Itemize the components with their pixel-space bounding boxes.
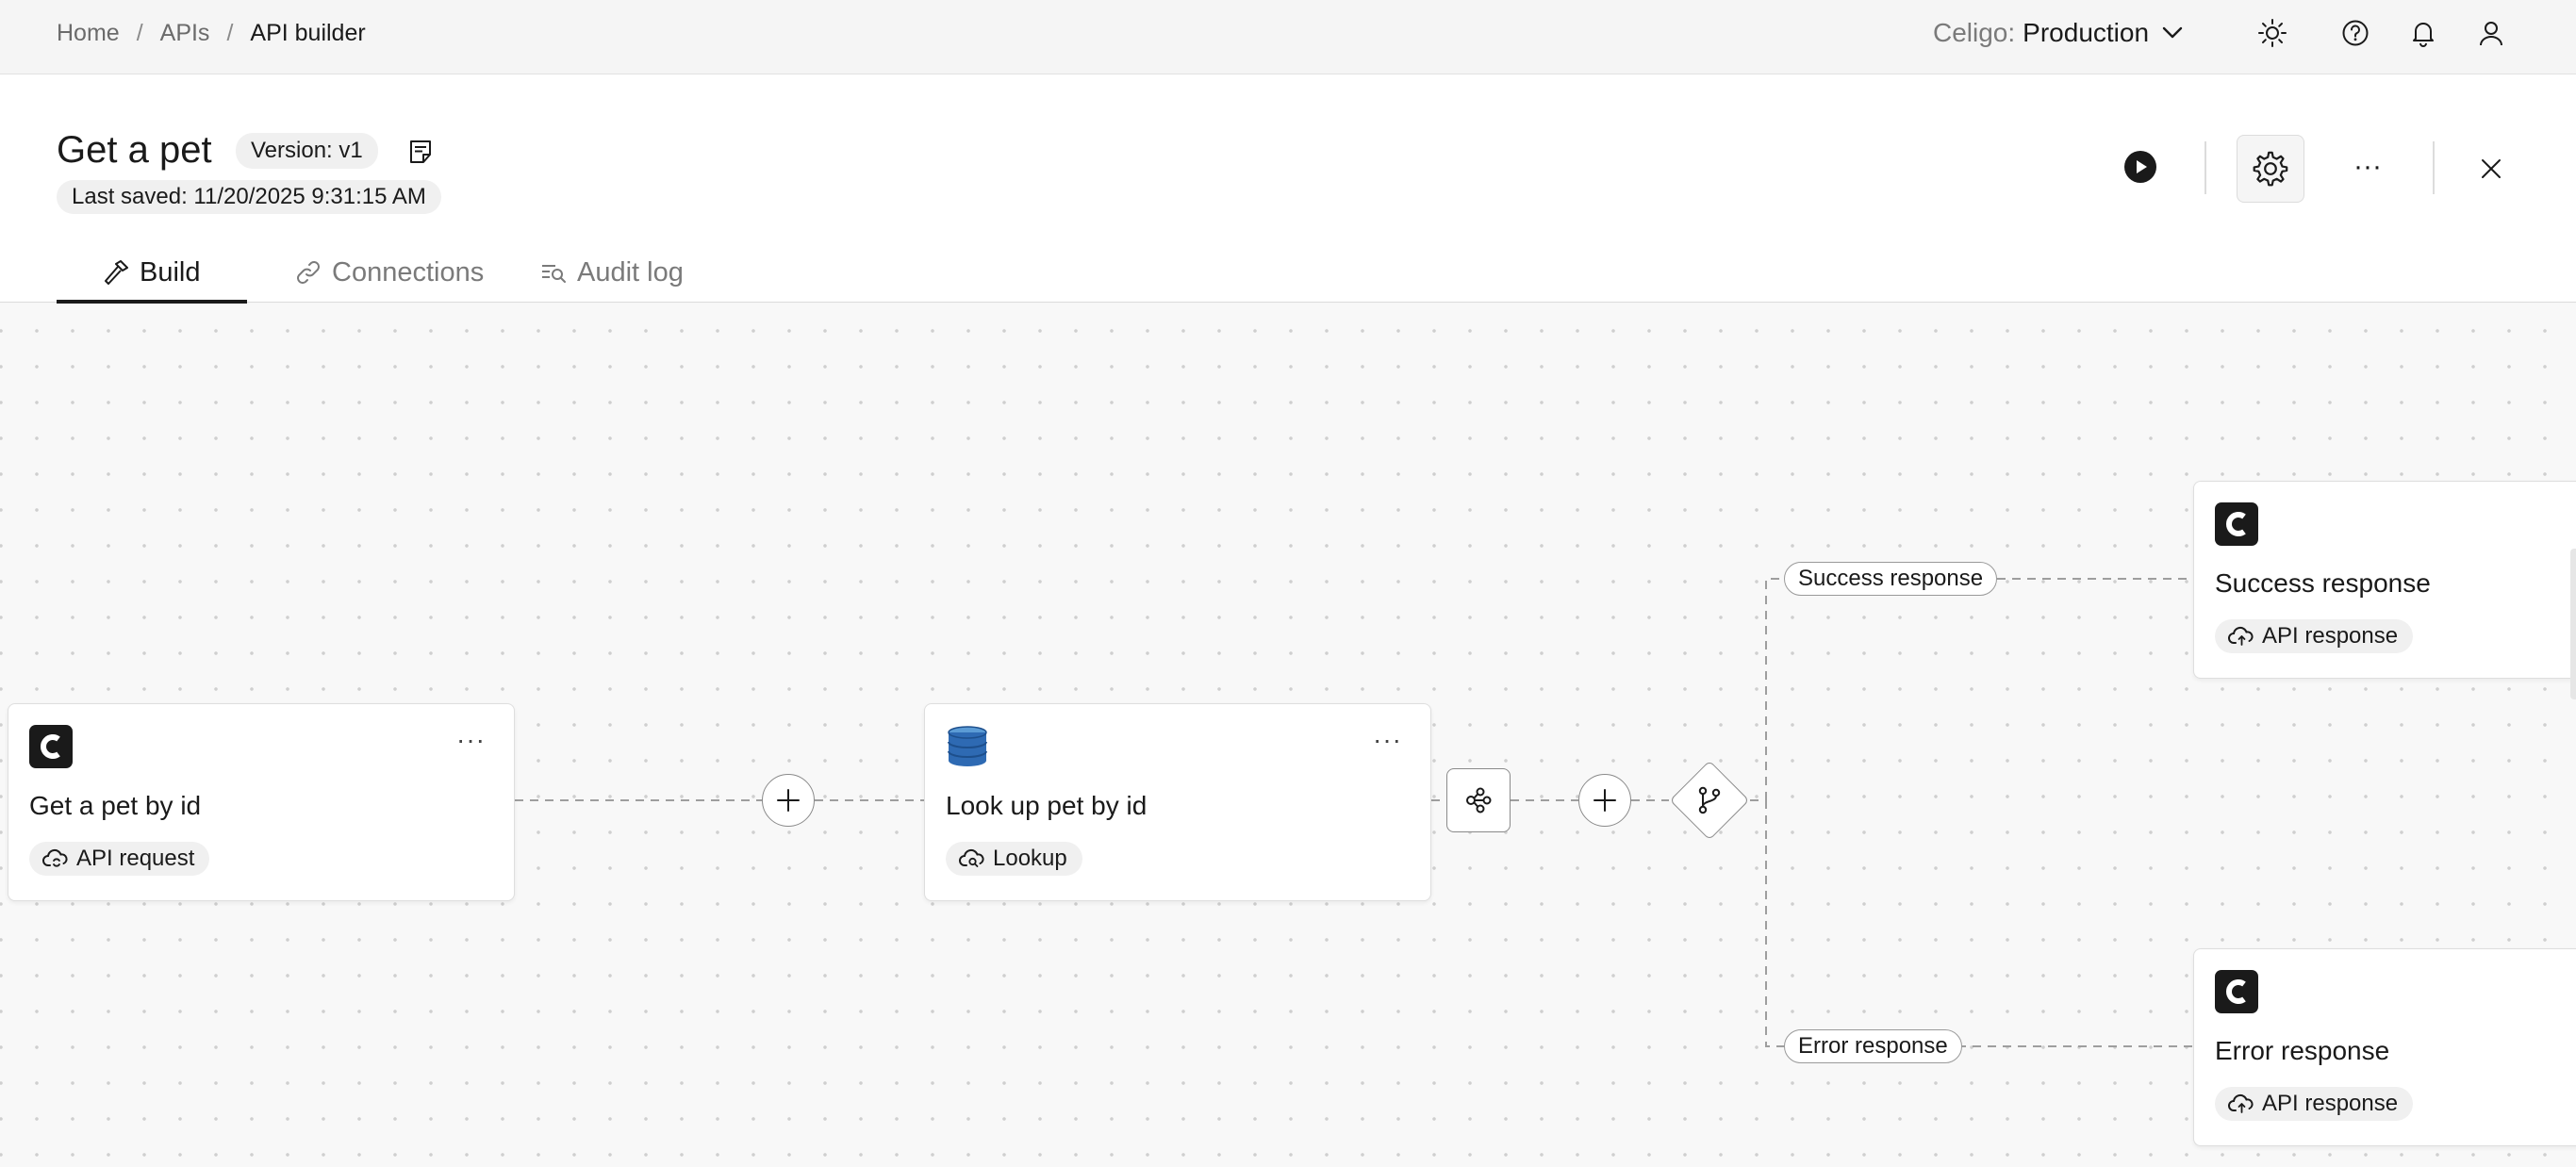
plus-icon <box>777 789 800 812</box>
notifications-button[interactable] <box>2406 16 2440 50</box>
node-error-response[interactable]: Error response API response <box>2193 948 2576 1146</box>
node-title: Look up pet by id <box>946 791 1148 820</box>
edge-label-error[interactable]: Error response <box>1784 1029 1962 1063</box>
node-type-label: API response <box>2262 623 2399 649</box>
environment-selector[interactable]: Celigo: Production <box>1933 0 2183 66</box>
hammer-icon <box>105 260 128 285</box>
play-circle-icon <box>2124 151 2156 183</box>
mapping-button[interactable] <box>1446 768 1511 832</box>
cloud-sync-icon <box>42 848 68 867</box>
chevron-down-icon <box>2162 26 2183 39</box>
edge-label-success[interactable]: Success response <box>1784 562 1998 596</box>
flow-canvas[interactable]: ··· Get a pet by id API request ··· Look… <box>0 304 2576 1167</box>
tab-label: Build <box>140 256 201 288</box>
header-divider <box>2433 141 2435 194</box>
version-badge: Version: v1 <box>236 133 378 169</box>
dynamodb-logo-icon <box>948 726 987 766</box>
node-type-badge: API response <box>2215 1087 2414 1121</box>
node-type-label: Lookup <box>993 846 1067 871</box>
add-step-button[interactable] <box>762 774 815 827</box>
breadcrumb-apis[interactable]: APIs <box>160 20 210 47</box>
more-options-button[interactable]: ··· <box>2348 151 2387 182</box>
tab-audit-log[interactable]: Audit log <box>539 242 684 303</box>
close-button[interactable] <box>2476 154 2506 184</box>
add-step-button[interactable] <box>1578 774 1631 827</box>
node-title: Error response <box>2215 1036 2390 1065</box>
top-bar: Home / APIs / API builder Celigo: Produc… <box>0 0 2576 74</box>
git-branch-icon <box>1691 781 1728 819</box>
node-more-button[interactable]: ··· <box>1373 725 1402 755</box>
bell-icon <box>2413 23 2434 47</box>
cloud-upload-icon <box>2228 626 2254 646</box>
sun-icon <box>2258 19 2287 47</box>
side-panel-handle[interactable] <box>2570 549 2576 699</box>
node-success-response[interactable]: Success response API response <box>2193 481 2576 679</box>
node-more-button[interactable]: ··· <box>456 725 486 755</box>
breadcrumb-separator: / <box>136 19 143 46</box>
note-icon <box>410 140 431 163</box>
celigo-logo-icon <box>29 725 73 768</box>
node-lookup[interactable]: ··· Look up pet by id Lookup <box>924 703 1431 901</box>
tab-label: Audit log <box>577 256 684 288</box>
celigo-logo-icon <box>2215 970 2258 1013</box>
help-button[interactable] <box>2338 16 2372 50</box>
last-saved-badge: Last saved: 11/20/2025 9:31:15 AM <box>57 180 441 214</box>
tab-build[interactable]: Build <box>57 242 247 304</box>
node-type-label: API response <box>2262 1091 2399 1116</box>
cloud-upload-icon <box>2228 1093 2254 1113</box>
help-icon <box>2342 20 2369 46</box>
node-type-badge: API request <box>29 842 210 876</box>
page-header: Get a pet Version: v1 Last saved: 11/20/… <box>0 74 2576 304</box>
breadcrumb: Home / APIs / API builder <box>57 0 366 66</box>
breadcrumb-current: API builder <box>250 19 366 46</box>
share-nodes-icon <box>1466 787 1492 814</box>
close-icon <box>2482 159 2501 178</box>
node-type-badge: API response <box>2215 619 2414 653</box>
breadcrumb-separator: / <box>226 19 234 46</box>
environment-value: Production <box>2023 18 2150 47</box>
breadcrumb-home[interactable]: Home <box>57 20 120 47</box>
page-title: Get a pet <box>57 129 212 171</box>
plus-icon <box>1593 789 1616 812</box>
environment-label: Celigo: <box>1933 18 2016 47</box>
run-button[interactable] <box>2122 148 2159 186</box>
node-title: Get a pet by id <box>29 791 202 820</box>
notes-button[interactable] <box>405 137 436 167</box>
user-icon <box>2480 22 2502 46</box>
celigo-logo-icon <box>2215 502 2258 546</box>
gear-icon <box>2253 151 2288 187</box>
theme-toggle-button[interactable] <box>2255 16 2289 50</box>
node-type-label: API request <box>76 846 195 871</box>
node-api-request[interactable]: ··· Get a pet by id API request <box>8 703 515 901</box>
settings-button[interactable] <box>2237 135 2304 203</box>
tab-bar: Build Connections Audit log <box>57 242 684 304</box>
audit-log-icon <box>542 265 566 283</box>
account-button[interactable] <box>2474 16 2508 50</box>
node-title: Success response <box>2215 568 2431 598</box>
tab-connections[interactable]: Connections <box>247 242 539 303</box>
cloud-search-icon <box>959 848 984 867</box>
header-divider <box>2204 141 2206 194</box>
node-type-badge: Lookup <box>946 842 1082 876</box>
tab-label: Connections <box>332 256 485 288</box>
link-icon <box>297 261 320 284</box>
